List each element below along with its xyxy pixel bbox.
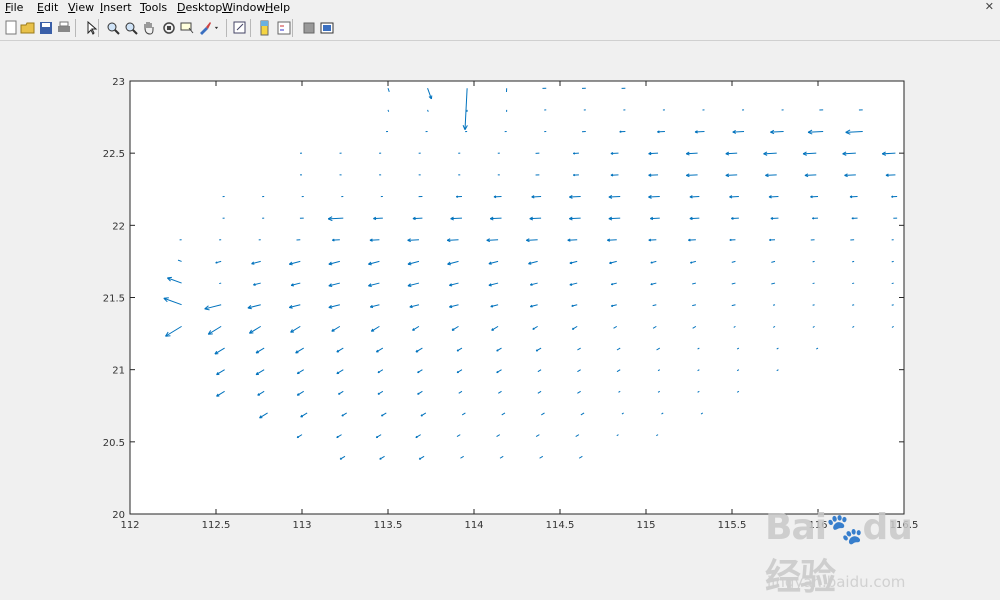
zoom-in-icon[interactable] xyxy=(104,19,122,37)
toolbar-separator xyxy=(75,19,76,37)
menu-file[interactable]: File xyxy=(5,1,23,14)
link-plot-icon[interactable] xyxy=(231,19,249,37)
y-tick-label: 22 xyxy=(112,221,125,232)
x-tick-label: 113 xyxy=(292,520,311,531)
toolbar-separator xyxy=(226,19,227,37)
x-tick-label: 114.5 xyxy=(546,520,575,531)
menu-help[interactable]: Help xyxy=(265,1,290,14)
legend-icon[interactable] xyxy=(275,19,293,37)
axes-background xyxy=(130,81,904,514)
x-tick-label: 114 xyxy=(464,520,483,531)
save-icon[interactable] xyxy=(37,19,55,37)
show-plot-tools-icon[interactable] xyxy=(318,19,336,37)
toolbar-separator xyxy=(98,19,99,37)
menu-window[interactable]: Window xyxy=(222,1,265,14)
figure-window: 112 112.5 113 113.5 114 114.5 115 115.5 116 116.5… xyxy=(0,41,1000,572)
pan-hand-icon[interactable] xyxy=(140,19,158,37)
menu-bar: File Edit View Insert Tools DesktopWindowHelp xyxy=(0,0,1000,16)
y-tick-label: 20 xyxy=(112,510,125,521)
hide-plot-tools-icon[interactable] xyxy=(300,19,318,37)
y-tick-label: 23 xyxy=(112,77,125,88)
menu-insert[interactable]: Insert xyxy=(100,1,132,14)
y-tick-label: 21 xyxy=(112,366,125,377)
y-tick-label: 22.5 xyxy=(103,149,125,160)
print-icon[interactable] xyxy=(55,19,73,37)
figure-toolbar xyxy=(0,16,1000,41)
zoom-out-icon[interactable] xyxy=(122,19,140,37)
quiver-plot: 112 112.5 113 113.5 114 114.5 115 115.5 116 116.5… xyxy=(0,41,1000,572)
menu-edit[interactable]: Edit xyxy=(37,1,58,14)
quiver-arrow xyxy=(388,110,389,112)
y-tick-label: 20.5 xyxy=(103,438,125,449)
menu-desktop[interactable]: Desktop xyxy=(177,1,222,14)
new-figure-icon[interactable] xyxy=(2,19,20,37)
quiver-arrow xyxy=(428,110,429,112)
x-tick-label: 115 xyxy=(636,520,655,531)
menu-tools[interactable]: Tools xyxy=(140,1,167,14)
x-tick-label: 113.5 xyxy=(374,520,403,531)
colorbar-icon[interactable] xyxy=(256,19,274,37)
open-file-icon[interactable] xyxy=(19,19,37,37)
x-tick-label: 112 xyxy=(120,520,139,531)
toolbar-separator xyxy=(292,19,293,37)
x-tick-label: 116 xyxy=(808,520,827,531)
x-tick-label: 112.5 xyxy=(202,520,231,531)
menu-view[interactable]: View xyxy=(68,1,94,14)
toolbar-separator xyxy=(250,19,251,37)
y-tick-label: 21.5 xyxy=(103,294,125,305)
watermark-url: jingyan.baidu.com xyxy=(767,573,905,591)
x-tick-label: 115.5 xyxy=(718,520,747,531)
close-icon[interactable]: ✕ xyxy=(985,0,994,13)
rotate-3d-icon[interactable] xyxy=(160,19,178,37)
x-tick-label: 116.5 xyxy=(890,520,919,531)
data-cursor-icon[interactable] xyxy=(178,19,196,37)
dropdown-arrow-icon[interactable] xyxy=(212,19,222,37)
